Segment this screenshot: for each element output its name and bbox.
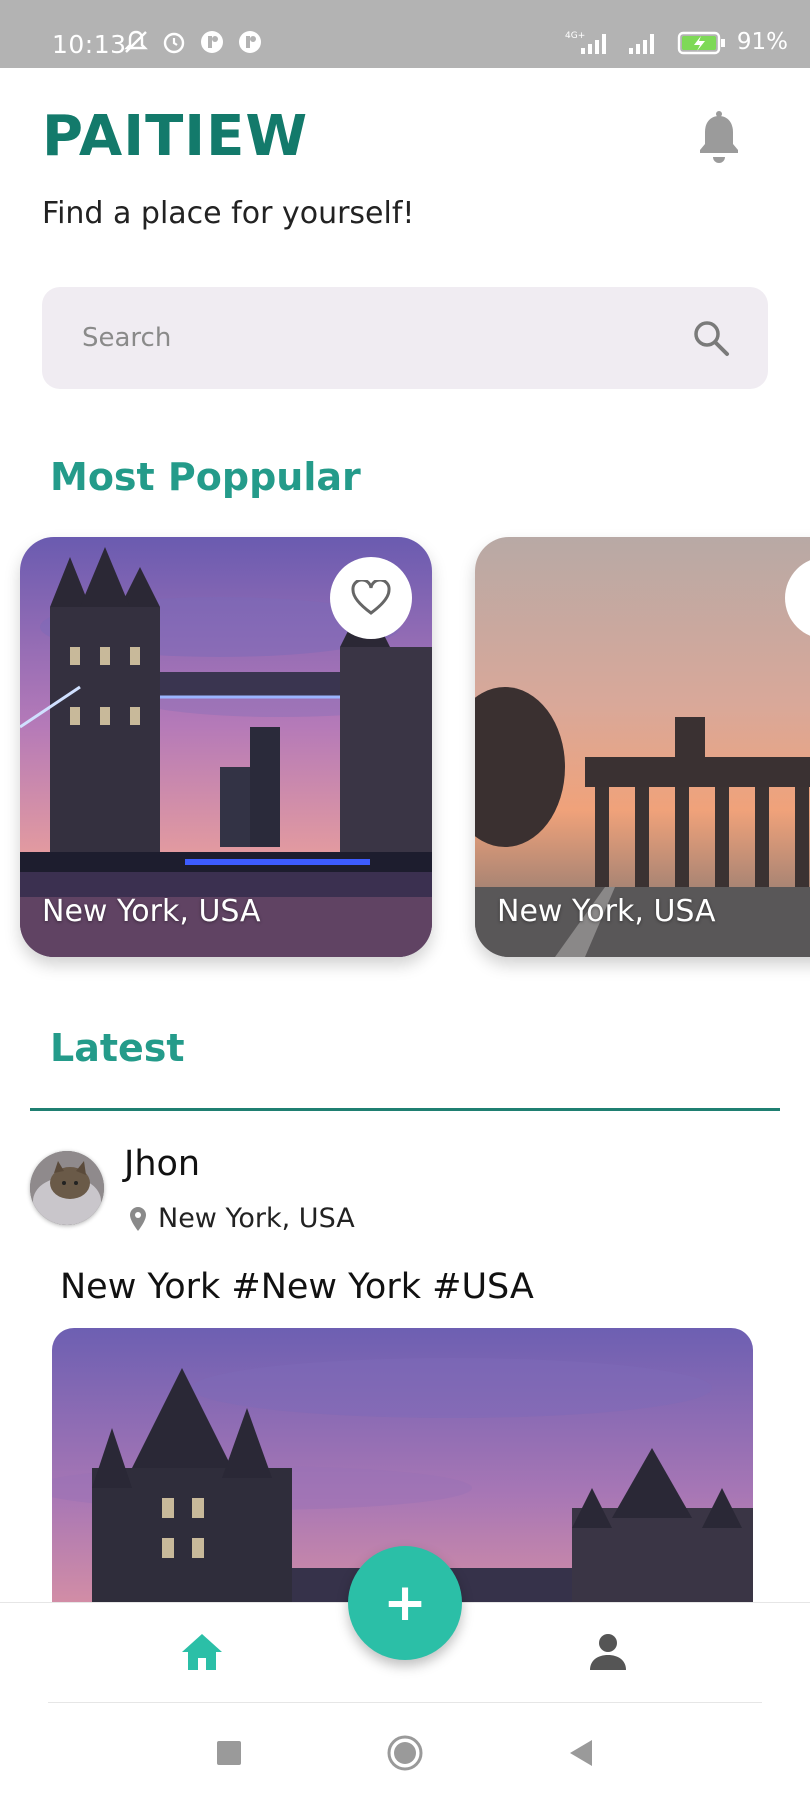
bell-icon[interactable]: [692, 110, 746, 168]
muted-bell-icon: [124, 30, 148, 53]
status-bar: 10:13 4G+ 91%: [0, 0, 810, 68]
heart-icon: [351, 580, 391, 615]
profile-icon[interactable]: [586, 1630, 630, 1674]
battery-percent: 91%: [736, 29, 788, 55]
page-tagline: Find a place for yourself!: [42, 196, 415, 231]
alarm-icon: [163, 32, 185, 54]
app-notification-icon: [201, 31, 223, 53]
cat-avatar-image: [30, 1151, 104, 1225]
section-title-most-popular: Most Poppular: [50, 455, 361, 499]
status-icons-left: [122, 28, 264, 56]
app-notification-icon: [239, 31, 261, 53]
battery-charging-icon: [677, 31, 725, 55]
search-bar: [42, 287, 768, 389]
card-caption: New York, USA: [497, 894, 716, 929]
post-location: New York, USA: [158, 1203, 355, 1234]
svg-text:4G+: 4G+: [565, 31, 585, 41]
card-caption: New York, USA: [42, 894, 261, 929]
popular-card[interactable]: New York, USA: [20, 537, 432, 957]
section-divider: [30, 1108, 780, 1111]
signal-icon: [628, 34, 654, 54]
search-icon[interactable]: [692, 319, 730, 357]
signal-4g-icon: 4G+: [565, 31, 606, 54]
location-pin-icon: [130, 1207, 146, 1231]
status-icons-right: 4G+ 91%: [565, 28, 788, 56]
search-input[interactable]: [82, 287, 682, 389]
popular-card[interactable]: New York, USA: [475, 537, 810, 957]
home-icon[interactable]: [180, 1630, 224, 1674]
status-time: 10:13: [52, 30, 127, 59]
home-button-icon[interactable]: [386, 1734, 424, 1772]
add-post-button[interactable]: +: [348, 1546, 462, 1660]
post-username[interactable]: Jhon: [124, 1144, 200, 1184]
favorite-button[interactable]: [330, 557, 412, 639]
back-icon[interactable]: [562, 1734, 600, 1772]
avatar[interactable]: [30, 1151, 104, 1225]
recent-apps-icon[interactable]: [210, 1734, 248, 1772]
post-text: New York #New York #USA: [60, 1267, 534, 1307]
plus-icon: +: [383, 1573, 427, 1633]
section-title-latest: Latest: [50, 1026, 185, 1070]
system-nav-divider: [48, 1702, 762, 1703]
app-brand: PAITIEW: [42, 104, 309, 169]
